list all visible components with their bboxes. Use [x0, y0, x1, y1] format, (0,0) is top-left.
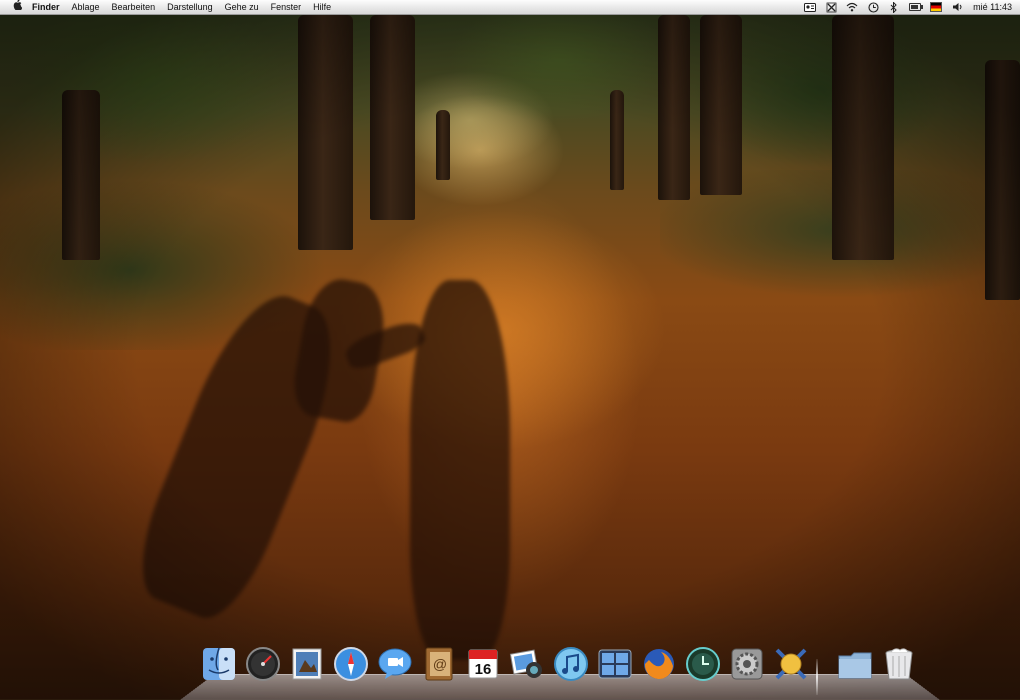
spaces-icon[interactable]: [596, 645, 634, 683]
finder-icon[interactable]: [200, 645, 238, 683]
svg-text:@: @: [433, 656, 447, 672]
menu-gehe-zu[interactable]: Gehe zu: [225, 0, 259, 14]
spotlight-sync-icon[interactable]: [825, 2, 837, 12]
ical-day-label: 16: [475, 661, 492, 678]
menu-hilfe[interactable]: Hilfe: [313, 0, 331, 14]
ichat-icon[interactable]: [376, 645, 414, 683]
apple-menu-icon[interactable]: [10, 0, 24, 15]
menu-extras: mié 11:43: [795, 0, 1012, 14]
menu-ablage[interactable]: Ablage: [72, 0, 100, 14]
time-machine-icon[interactable]: [684, 645, 722, 683]
address-book-icon[interactable]: @: [420, 645, 458, 683]
wifi-icon[interactable]: [846, 2, 858, 12]
preview-icon[interactable]: [288, 645, 326, 683]
iphoto-icon[interactable]: [508, 645, 546, 683]
german-flag-icon[interactable]: [930, 2, 943, 12]
desktop-wallpaper: [0, 0, 1020, 699]
time-machine-icon[interactable]: [867, 1, 879, 13]
menu-bearbeiten[interactable]: Bearbeiten: [112, 0, 156, 14]
menubar-clock[interactable]: mié 11:43: [973, 2, 1012, 12]
itunes-icon[interactable]: [552, 645, 590, 683]
menu-bar: Finder Ablage Bearbeiten Darstellung Geh…: [0, 0, 1020, 15]
dashboard-icon[interactable]: [244, 645, 282, 683]
documents-folder-icon[interactable]: [836, 645, 874, 683]
bluetooth-icon[interactable]: [888, 1, 900, 13]
id-card-icon[interactable]: [804, 2, 817, 12]
menu-fenster[interactable]: Fenster: [271, 0, 302, 14]
dock-separator: [816, 659, 818, 695]
dock: @ 16: [180, 641, 940, 700]
menu-darstellung[interactable]: Darstellung: [167, 0, 213, 14]
wallpaper-vignette: [0, 0, 1020, 699]
system-preferences-icon[interactable]: [728, 645, 766, 683]
firefox-icon[interactable]: [640, 645, 678, 683]
volume-icon[interactable]: [951, 2, 963, 12]
trash-icon[interactable]: [880, 645, 918, 683]
menu-finder[interactable]: Finder: [32, 0, 60, 14]
ical-icon[interactable]: 16: [464, 645, 502, 683]
network-utility-icon[interactable]: [772, 645, 810, 683]
battery-icon[interactable]: [909, 2, 924, 12]
safari-icon[interactable]: [332, 645, 370, 683]
